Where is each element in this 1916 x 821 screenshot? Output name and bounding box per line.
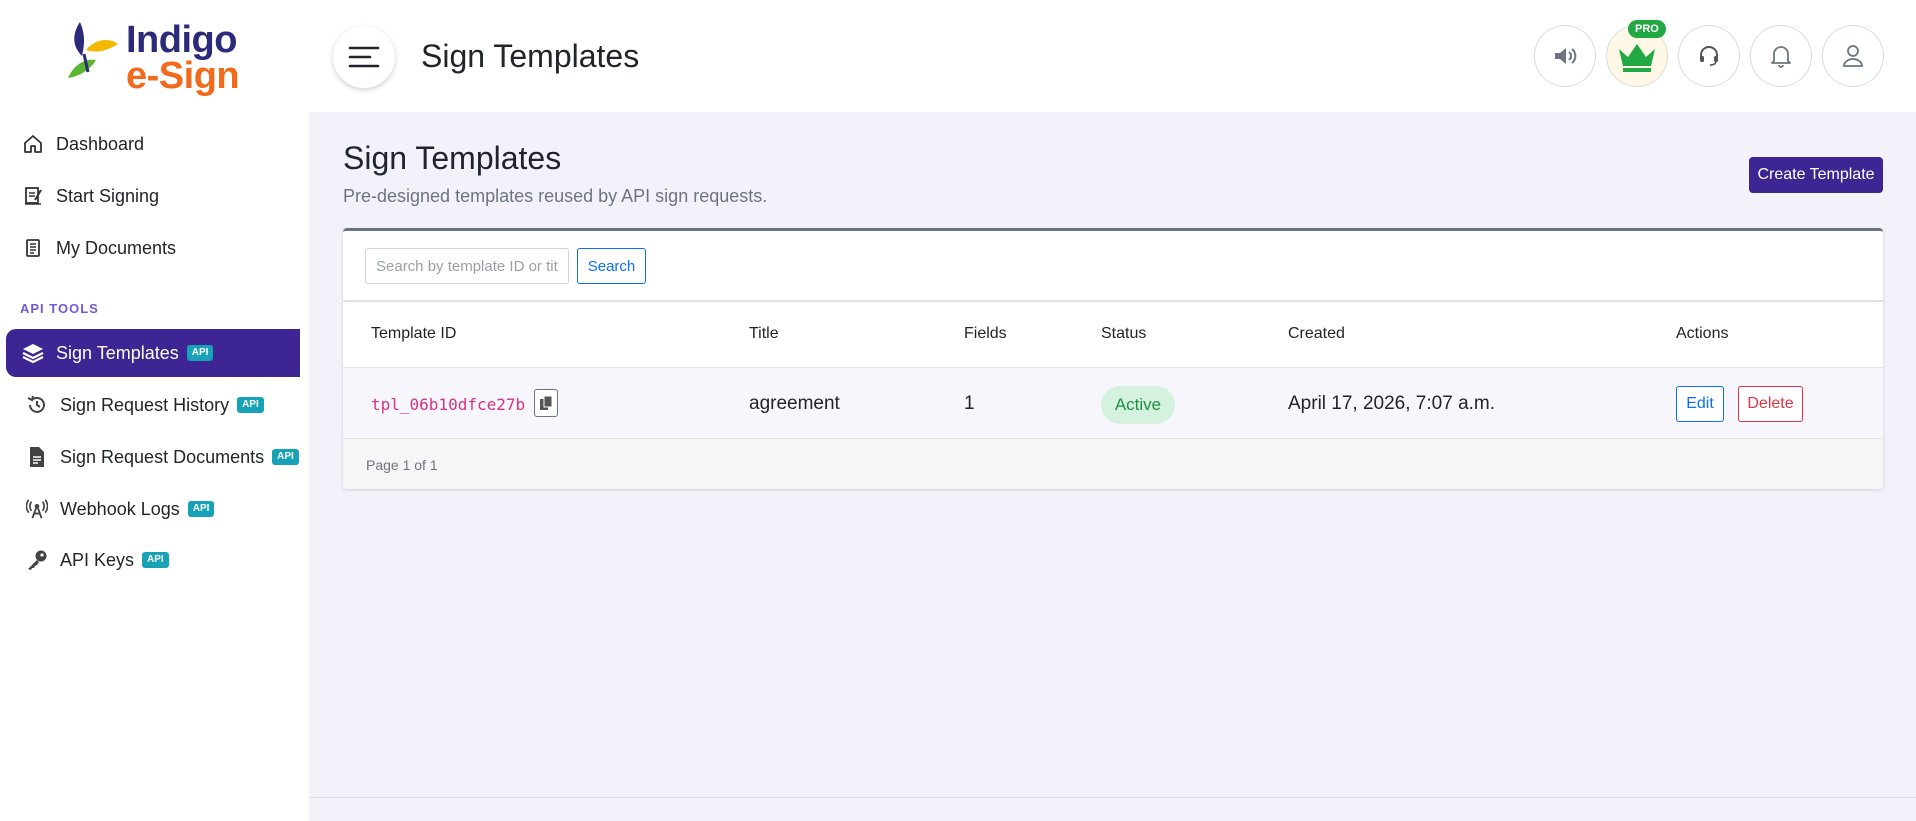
history-icon [26, 394, 48, 416]
hamburger-icon [348, 46, 380, 68]
support-button[interactable] [1678, 25, 1740, 87]
brand-name-line1: Indigo [126, 19, 237, 61]
template-title: agreement [749, 393, 840, 414]
pro-badge: PRO [1628, 20, 1666, 38]
menu-toggle-button[interactable] [333, 26, 395, 88]
sidebar-item-label: Dashboard [56, 133, 145, 154]
template-id: tpl_06b10dfce27b [371, 395, 526, 414]
sidebar-item-sign-request-documents[interactable]: Sign Request Documents API [10, 433, 304, 481]
page-subtitle: Pre-designed templates reused by API sig… [343, 186, 768, 206]
announcements-button[interactable] [1534, 25, 1596, 87]
footer-divider [309, 797, 1916, 798]
sidebar-item-dashboard[interactable]: Dashboard [6, 120, 300, 168]
column-header-actions: Actions [1676, 325, 1729, 342]
signature-icon [22, 185, 44, 207]
sidebar-item-label: Sign Request History [60, 394, 230, 415]
api-badge: API [142, 552, 169, 568]
document-icon [22, 237, 44, 259]
top-bar: Sign Templates PRO [309, 0, 1916, 112]
header-title: Sign Templates [421, 38, 640, 74]
api-badge: API [237, 397, 264, 413]
template-fields: 1 [964, 393, 975, 414]
api-badge: API [187, 501, 215, 517]
sidebar-item-label: Sign Templates [56, 342, 179, 363]
api-badge: API [272, 449, 299, 465]
quill-logo-icon [68, 22, 118, 78]
column-header-template-id: Template ID [371, 325, 457, 342]
column-header-created: Created [1288, 325, 1345, 342]
user-icon [1843, 45, 1863, 67]
sidebar-item-label: Webhook Logs [60, 498, 180, 519]
layers-icon [22, 342, 44, 364]
template-created: April 17, 2026, 7:07 a.m. [1288, 393, 1496, 414]
crown-icon [1619, 44, 1655, 72]
sidebar-item-label: API Keys [60, 549, 135, 570]
card-footer [343, 438, 1883, 489]
search-button[interactable]: Search [577, 248, 646, 284]
broadcast-tower-icon [26, 498, 48, 520]
templates-card: Search Template ID Title Fields Status C… [343, 228, 1883, 489]
sidebar-item-webhook-logs[interactable]: Webhook Logs API [10, 485, 304, 533]
sidebar-item-start-signing[interactable]: Start Signing [6, 172, 300, 220]
delete-button[interactable]: Delete [1738, 386, 1803, 422]
brand-logo[interactable]: Indigo e-Sign [66, 16, 246, 96]
home-icon [22, 133, 44, 155]
sidebar: Indigo e-Sign Dashboard Start Signing My… [0, 0, 309, 821]
bell-icon [1771, 46, 1791, 68]
sidebar-item-api-keys[interactable]: API Keys API [10, 536, 304, 584]
brand-name-line2: e-Sign [126, 55, 240, 97]
create-template-button[interactable]: Create Template [1749, 157, 1883, 193]
headset-icon [1700, 46, 1718, 66]
notifications-button[interactable] [1750, 25, 1812, 87]
divider [343, 300, 1883, 302]
copy-icon [540, 395, 553, 410]
column-header-title: Title [749, 325, 779, 342]
page-title: Sign Templates [343, 140, 562, 176]
key-icon [26, 549, 48, 571]
status-badge: Active [1101, 386, 1175, 424]
copy-template-id-button[interactable] [534, 389, 558, 417]
search-input[interactable] [365, 248, 569, 284]
edit-button[interactable]: Edit [1676, 386, 1724, 422]
sidebar-item-label: My Documents [56, 237, 177, 258]
column-header-status: Status [1101, 325, 1147, 342]
megaphone-icon [1555, 48, 1577, 64]
file-icon [26, 446, 48, 468]
section-label-api-tools: API TOOLS [20, 301, 99, 316]
sidebar-item-sign-templates[interactable]: Sign Templates API [6, 329, 300, 377]
sidebar-item-label: Start Signing [56, 185, 160, 206]
pagination-info: Page 1 of 1 [366, 457, 438, 473]
sidebar-item-label: Sign Request Documents [60, 446, 265, 467]
column-header-fields: Fields [964, 325, 1007, 342]
sidebar-item-sign-request-history[interactable]: Sign Request History API [10, 381, 304, 429]
api-badge: API [186, 345, 214, 361]
sidebar-item-my-documents[interactable]: My Documents [6, 224, 300, 272]
user-profile-button[interactable] [1822, 25, 1884, 87]
